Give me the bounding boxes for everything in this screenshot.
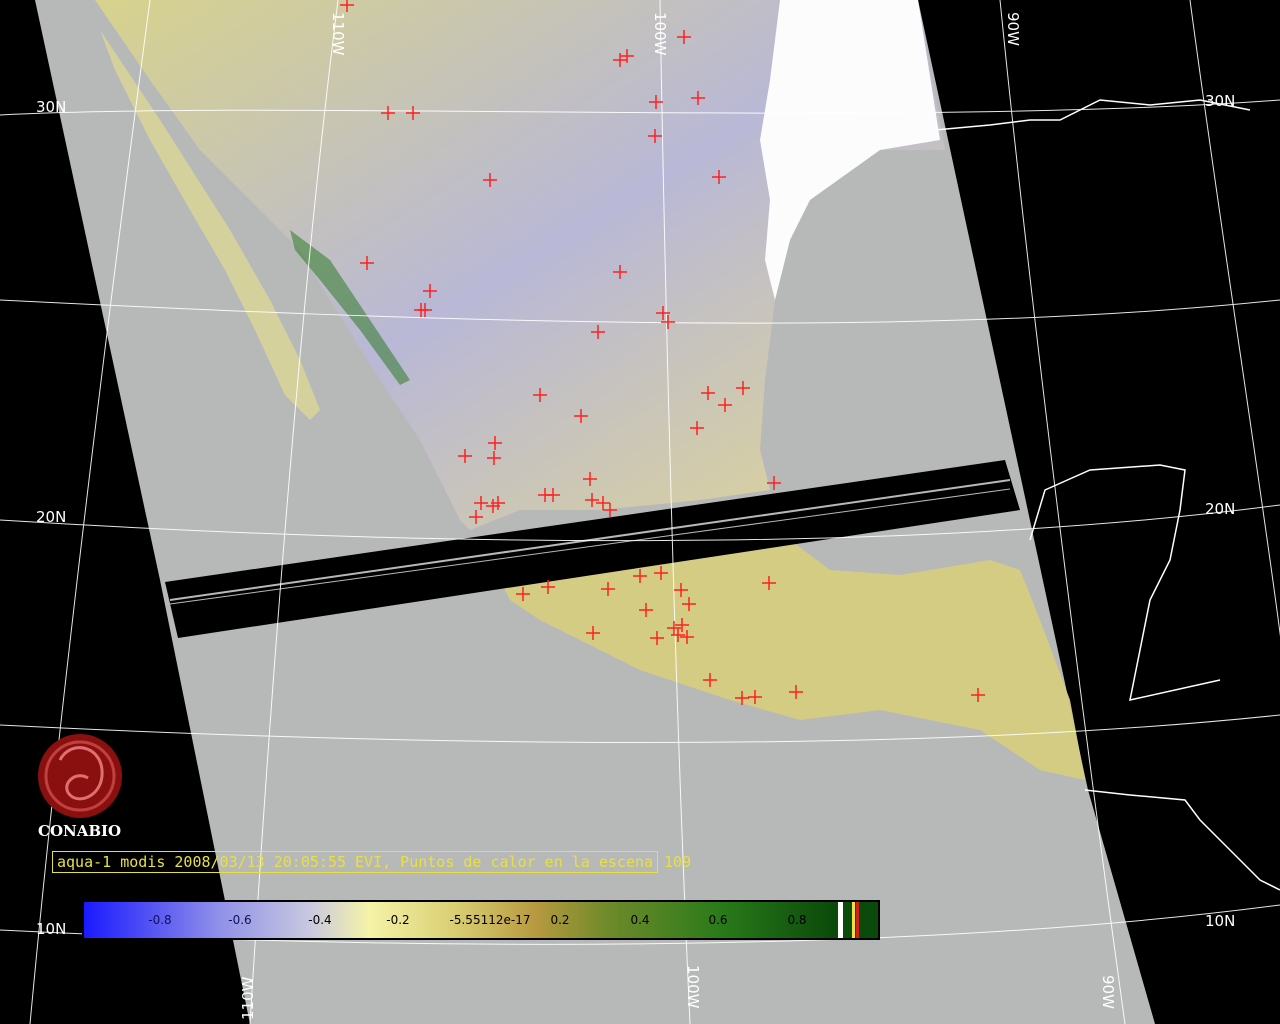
central-america-coastline [1084,789,1280,891]
conabio-logo [38,734,122,818]
colorbar-tick-label: 0.2 [550,913,569,927]
hotspot-count: 109 [664,853,692,871]
caption-text: aqua-1 modis 2008/03/13 20:05:55 EVI, Pu… [52,851,659,873]
scene-caption: aqua-1 modis 2008/03/13 20:05:55 EVI, Pu… [52,851,692,873]
lon-label-90w-top: 90W [1004,12,1022,46]
lat-label-30n-east: 30N [1205,92,1235,110]
lat-label-20n-west: 20N [36,508,66,526]
lon-label-110w-top: 110W [329,12,347,56]
organization-name: CONABIO [38,822,122,840]
lat-label-10n-east: 10N [1205,912,1235,930]
colorbar-tick-label: 0.6 [708,913,727,927]
colorbar-tick-label: -0.2 [386,913,409,927]
lat-label-20n-east: 20N [1205,500,1235,518]
colorbar-tick-label: 0.4 [630,913,649,927]
lon-label-110w-bottom: 110W [239,976,257,1020]
colorbar-tick-label: -0.6 [228,913,251,927]
colorbar-tick-label: -0.4 [308,913,331,927]
colorbar-tick-label: -0.8 [148,913,171,927]
colorbar-tick-labels: -0.8 -0.6 -0.4 -0.2 -5.55112e-17 0.2 0.4 0.6 0.8 [148,913,806,927]
colorbar-tick-label: 0.8 [787,913,806,927]
lon-label-100w-bottom: 100W [684,965,702,1009]
lon-label-90w-bottom: 90W [1099,975,1117,1009]
lat-label-30n-west: 30N [36,98,66,116]
lat-label-10n-west: 10N [36,920,66,938]
lon-label-100w-top: 100W [651,12,669,56]
colorbar: -0.8 -0.6 -0.4 -0.2 -5.55112e-17 0.2 0.4 0.6 0.8 [82,900,880,940]
colorbar-tick-label: -5.55112e-17 [450,913,531,927]
